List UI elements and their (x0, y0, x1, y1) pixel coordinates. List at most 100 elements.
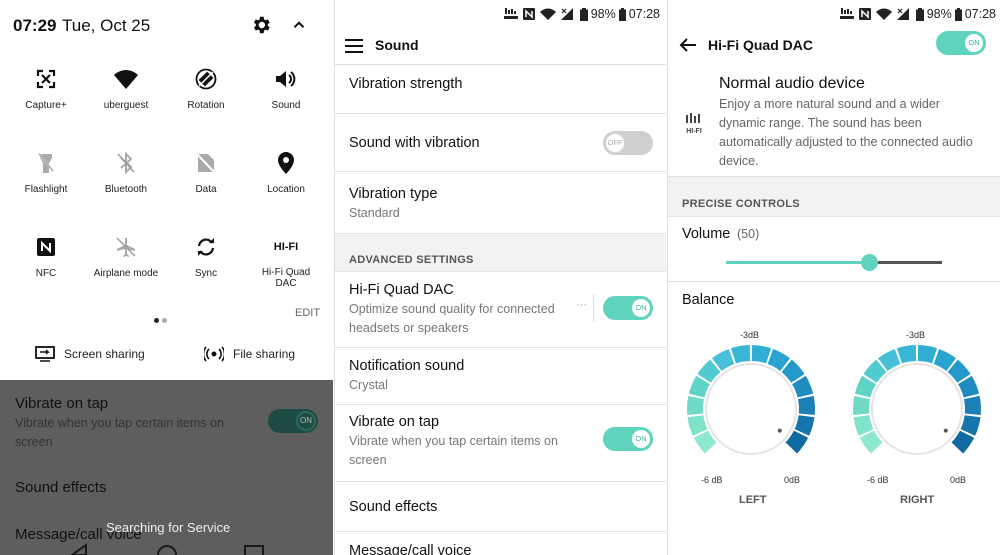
chevron-up-icon[interactable] (290, 16, 308, 34)
tile-wifi[interactable]: uberguest (86, 66, 166, 111)
vibrate-on-tap-title: Vibrate on tap (15, 395, 109, 412)
hifi-dac-row[interactable]: Hi-Fi Quad DAC Optimize sound quality fo… (335, 272, 666, 348)
searching-service-text: Searching for Service (106, 520, 231, 535)
more-icon[interactable]: ··· (576, 299, 587, 311)
vibration-strength-label: Vibration strength (349, 76, 463, 92)
advanced-settings-header: ADVANCED SETTINGS (335, 234, 666, 272)
sound-effects-label: Sound effects (349, 499, 438, 515)
precise-controls-label: PRECISE CONTROLS (682, 198, 800, 210)
tile-label: Airplane mode (93, 268, 159, 279)
dimmed-background: Vibrate on tap Vibrate when you tap cert… (0, 380, 333, 555)
battery-status-icon (579, 7, 588, 21)
home-icon[interactable] (157, 545, 177, 555)
recents-icon[interactable] (244, 545, 264, 555)
screen-sharing-button[interactable]: Screen sharing (35, 346, 145, 362)
volume-slider-thumb[interactable] (860, 254, 878, 271)
back-arrow-icon[interactable] (679, 37, 697, 53)
divider (593, 294, 594, 322)
vibration-strength-row[interactable]: Vibration strength (335, 65, 666, 114)
back-icon[interactable] (70, 543, 87, 555)
tile-label: Flashlight (24, 184, 68, 195)
notification-sound-value: Crystal (349, 378, 388, 392)
vibrate-on-tap-toggle[interactable]: ON (603, 427, 653, 451)
data-icon (197, 153, 215, 173)
tile-label: Bluetooth (104, 184, 148, 195)
tile-rotation[interactable]: Rotation (166, 66, 246, 111)
tile-capture-plus[interactable]: Capture+ (6, 66, 86, 111)
battery-icon (954, 7, 962, 21)
vibration-type-row[interactable]: Vibration type Standard (335, 172, 666, 234)
hifi-dac-master-toggle[interactable]: ON (936, 31, 986, 55)
right-max-label: 0dB (950, 475, 967, 485)
tile-hifi[interactable]: HI-FI Hi-Fi Quad DAC (246, 234, 326, 289)
tile-flashlight[interactable]: Flashlight (6, 150, 86, 195)
tile-label: uberguest (103, 100, 149, 111)
tile-location[interactable]: Location (246, 150, 326, 195)
volume-slider-fill (726, 261, 869, 264)
rotation-icon (195, 68, 217, 90)
right-balance-knob[interactable] (851, 343, 983, 475)
file-sharing-button[interactable]: File sharing (204, 346, 295, 362)
tile-label: Sound (271, 100, 301, 111)
left-max-label: 0dB (784, 475, 801, 485)
date: Tue, Oct 25 (62, 16, 151, 35)
page-title: Hi-Fi Quad DAC (708, 37, 813, 53)
right-top-label: -3dB (906, 330, 926, 340)
tile-sound[interactable]: Sound (246, 66, 326, 111)
sound-effects-row[interactable]: Sound effects (335, 482, 666, 532)
device-description: Enjoy a more natural sound and a wider d… (719, 97, 973, 168)
knob-segment (797, 395, 815, 416)
flashlight-icon (38, 152, 54, 173)
toggle-knob: ON (631, 429, 651, 449)
sync-icon (197, 238, 215, 256)
sound-with-vibration-row[interactable]: Sound with vibration OFF (335, 114, 666, 172)
tile-data[interactable]: Data (166, 150, 246, 195)
tile-nfc[interactable]: NFC (6, 234, 86, 279)
volume-section: Volume (50) (668, 217, 1000, 282)
message-voice-label: Message/call voice (349, 543, 472, 555)
hifi-dac-label: Hi-Fi Quad DAC (349, 282, 454, 298)
gear-icon[interactable] (250, 14, 272, 36)
battery-status-icon (915, 7, 924, 21)
knob-dial[interactable] (871, 363, 963, 455)
menu-icon[interactable] (345, 39, 363, 53)
sound-icon (276, 71, 296, 87)
knob-segment (896, 345, 917, 364)
page-title: Sound (375, 37, 419, 53)
knob-dial[interactable] (705, 363, 797, 455)
toolbar: Hi-Fi Quad DAC ON (668, 28, 1000, 65)
left-min-label: -6 dB (701, 475, 723, 485)
status-bar: 98% 07:28 (835, 0, 996, 28)
hifi-status-icon (503, 8, 518, 19)
nav-bar (70, 543, 264, 555)
volume-slider[interactable] (726, 254, 942, 271)
hifi-dac-toggle[interactable]: ON (603, 296, 653, 320)
toolbar: Sound (335, 28, 666, 65)
left-top-label: -3dB (740, 330, 760, 340)
bluetooth-icon (117, 152, 135, 174)
wifi-status-icon (875, 8, 892, 20)
tile-sync[interactable]: Sync (166, 234, 246, 279)
notification-sound-row[interactable]: Notification sound Crystal (335, 348, 666, 405)
tile-airplane[interactable]: Airplane mode (86, 234, 166, 279)
message-voice-row[interactable]: Message/call voice (335, 532, 666, 555)
page-indicator (154, 310, 170, 328)
nfc-status-icon (858, 8, 871, 20)
toggle-knob: ON (631, 298, 651, 318)
sound-settings-panel: 98% 07:28 Sound Vibration strength Sound… (334, 0, 666, 555)
tile-label: Rotation (187, 100, 225, 111)
vibrate-on-tap-sub: Vibrate when you tap certain items on sc… (15, 416, 224, 449)
tile-bluetooth[interactable]: Bluetooth (86, 150, 166, 195)
hifi-icon: HI-FI (273, 241, 299, 253)
right-min-label: -6 dB (867, 475, 889, 485)
edit-button[interactable]: EDIT (295, 307, 320, 319)
left-balance-knob[interactable] (685, 343, 817, 475)
vibration-type-label: Vibration type (349, 186, 438, 202)
sound-with-vibration-toggle[interactable]: OFF (603, 131, 653, 155)
wifi-icon (114, 70, 138, 89)
vibrate-toggle-dim: ON (268, 409, 318, 433)
signal-status-icon (560, 8, 573, 20)
vibrate-on-tap-row[interactable]: Vibrate on tap Vibrate when you tap cert… (335, 405, 666, 482)
vibration-type-value: Standard (349, 206, 400, 220)
knob-indicator (943, 428, 948, 433)
